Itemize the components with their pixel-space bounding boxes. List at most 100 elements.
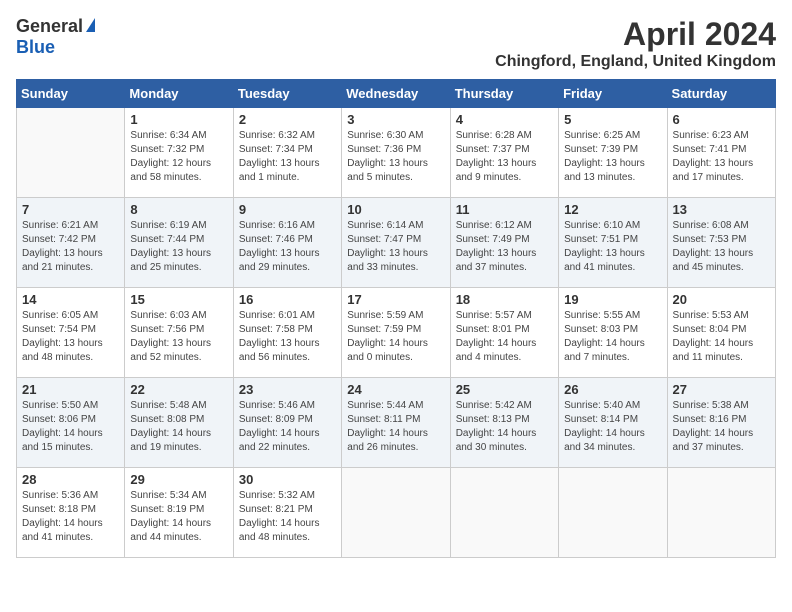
weekday-header: Saturday <box>667 80 775 108</box>
cell-info: Sunrise: 6:28 AM Sunset: 7:37 PM Dayligh… <box>456 129 553 185</box>
sunset-text: Sunset: 8:09 PM <box>239 414 313 425</box>
day-number: 7 <box>22 202 119 217</box>
day-number: 22 <box>130 382 227 397</box>
sunrise-text: Sunrise: 6:08 AM <box>673 220 749 231</box>
calendar-week-row: 21 Sunrise: 5:50 AM Sunset: 8:06 PM Dayl… <box>17 378 776 468</box>
day-number: 21 <box>22 382 119 397</box>
daylight-text: Daylight: 13 hours and 13 minutes. <box>564 158 645 183</box>
daylight-text: Daylight: 13 hours and 37 minutes. <box>456 248 537 273</box>
day-number: 19 <box>564 292 661 307</box>
cell-info: Sunrise: 5:59 AM Sunset: 7:59 PM Dayligh… <box>347 309 444 365</box>
sunrise-text: Sunrise: 6:34 AM <box>130 130 206 141</box>
weekday-header: Wednesday <box>342 80 450 108</box>
sunset-text: Sunset: 7:59 PM <box>347 324 421 335</box>
weekday-header: Tuesday <box>233 80 341 108</box>
day-number: 28 <box>22 472 119 487</box>
day-number: 13 <box>673 202 770 217</box>
daylight-text: Daylight: 12 hours and 58 minutes. <box>130 158 211 183</box>
cell-info: Sunrise: 5:44 AM Sunset: 8:11 PM Dayligh… <box>347 399 444 455</box>
page-header: General Blue April 2024 Chingford, Engla… <box>16 16 776 71</box>
daylight-text: Daylight: 14 hours and 44 minutes. <box>130 518 211 543</box>
sunset-text: Sunset: 8:11 PM <box>347 414 420 425</box>
sunrise-text: Sunrise: 6:03 AM <box>130 310 206 321</box>
day-number: 23 <box>239 382 336 397</box>
cell-info: Sunrise: 6:08 AM Sunset: 7:53 PM Dayligh… <box>673 219 770 275</box>
daylight-text: Daylight: 14 hours and 22 minutes. <box>239 428 320 453</box>
sunset-text: Sunset: 7:36 PM <box>347 144 421 155</box>
sunrise-text: Sunrise: 5:40 AM <box>564 400 640 411</box>
cell-info: Sunrise: 6:32 AM Sunset: 7:34 PM Dayligh… <box>239 129 336 185</box>
cell-info: Sunrise: 6:25 AM Sunset: 7:39 PM Dayligh… <box>564 129 661 185</box>
sunrise-text: Sunrise: 5:42 AM <box>456 400 532 411</box>
sunrise-text: Sunrise: 5:34 AM <box>130 490 206 501</box>
day-number: 1 <box>130 112 227 127</box>
day-number: 9 <box>239 202 336 217</box>
cell-info: Sunrise: 6:30 AM Sunset: 7:36 PM Dayligh… <box>347 129 444 185</box>
calendar-cell: 16 Sunrise: 6:01 AM Sunset: 7:58 PM Dayl… <box>233 288 341 378</box>
daylight-text: Daylight: 13 hours and 45 minutes. <box>673 248 754 273</box>
sunrise-text: Sunrise: 6:12 AM <box>456 220 532 231</box>
calendar-cell <box>17 108 125 198</box>
cell-info: Sunrise: 5:55 AM Sunset: 8:03 PM Dayligh… <box>564 309 661 365</box>
calendar-cell: 8 Sunrise: 6:19 AM Sunset: 7:44 PM Dayli… <box>125 198 233 288</box>
calendar-cell: 25 Sunrise: 5:42 AM Sunset: 8:13 PM Dayl… <box>450 378 558 468</box>
daylight-text: Daylight: 14 hours and 48 minutes. <box>239 518 320 543</box>
logo-general-text: General <box>16 16 83 37</box>
cell-info: Sunrise: 5:36 AM Sunset: 8:18 PM Dayligh… <box>22 489 119 545</box>
cell-info: Sunrise: 6:16 AM Sunset: 7:46 PM Dayligh… <box>239 219 336 275</box>
sunset-text: Sunset: 7:53 PM <box>673 234 747 245</box>
calendar-cell: 22 Sunrise: 5:48 AM Sunset: 8:08 PM Dayl… <box>125 378 233 468</box>
title-block: April 2024 Chingford, England, United Ki… <box>495 16 776 71</box>
day-number: 3 <box>347 112 444 127</box>
daylight-text: Daylight: 13 hours and 33 minutes. <box>347 248 428 273</box>
sunset-text: Sunset: 8:08 PM <box>130 414 204 425</box>
cell-info: Sunrise: 5:50 AM Sunset: 8:06 PM Dayligh… <box>22 399 119 455</box>
sunset-text: Sunset: 7:46 PM <box>239 234 313 245</box>
calendar-cell: 7 Sunrise: 6:21 AM Sunset: 7:42 PM Dayli… <box>17 198 125 288</box>
sunset-text: Sunset: 7:54 PM <box>22 324 96 335</box>
calendar-cell: 4 Sunrise: 6:28 AM Sunset: 7:37 PM Dayli… <box>450 108 558 198</box>
sunset-text: Sunset: 7:41 PM <box>673 144 747 155</box>
day-number: 24 <box>347 382 444 397</box>
sunset-text: Sunset: 8:14 PM <box>564 414 638 425</box>
sunset-text: Sunset: 8:03 PM <box>564 324 638 335</box>
cell-info: Sunrise: 6:12 AM Sunset: 7:49 PM Dayligh… <box>456 219 553 275</box>
day-number: 11 <box>456 202 553 217</box>
sunset-text: Sunset: 8:19 PM <box>130 504 204 515</box>
calendar-cell: 28 Sunrise: 5:36 AM Sunset: 8:18 PM Dayl… <box>17 468 125 558</box>
day-number: 17 <box>347 292 444 307</box>
calendar-cell: 27 Sunrise: 5:38 AM Sunset: 8:16 PM Dayl… <box>667 378 775 468</box>
daylight-text: Daylight: 14 hours and 15 minutes. <box>22 428 103 453</box>
daylight-text: Daylight: 14 hours and 30 minutes. <box>456 428 537 453</box>
sunrise-text: Sunrise: 5:46 AM <box>239 400 315 411</box>
cell-info: Sunrise: 6:21 AM Sunset: 7:42 PM Dayligh… <box>22 219 119 275</box>
calendar-cell: 1 Sunrise: 6:34 AM Sunset: 7:32 PM Dayli… <box>125 108 233 198</box>
calendar-cell: 5 Sunrise: 6:25 AM Sunset: 7:39 PM Dayli… <box>559 108 667 198</box>
weekday-header: Thursday <box>450 80 558 108</box>
logo-triangle-icon <box>86 18 95 32</box>
day-number: 6 <box>673 112 770 127</box>
calendar-week-row: 14 Sunrise: 6:05 AM Sunset: 7:54 PM Dayl… <box>17 288 776 378</box>
day-number: 8 <box>130 202 227 217</box>
calendar-cell: 9 Sunrise: 6:16 AM Sunset: 7:46 PM Dayli… <box>233 198 341 288</box>
sunset-text: Sunset: 7:32 PM <box>130 144 204 155</box>
sunset-text: Sunset: 7:39 PM <box>564 144 638 155</box>
cell-info: Sunrise: 6:23 AM Sunset: 7:41 PM Dayligh… <box>673 129 770 185</box>
calendar-table: SundayMondayTuesdayWednesdayThursdayFrid… <box>16 79 776 558</box>
cell-info: Sunrise: 5:32 AM Sunset: 8:21 PM Dayligh… <box>239 489 336 545</box>
day-number: 14 <box>22 292 119 307</box>
calendar-cell: 11 Sunrise: 6:12 AM Sunset: 7:49 PM Dayl… <box>450 198 558 288</box>
calendar-week-row: 1 Sunrise: 6:34 AM Sunset: 7:32 PM Dayli… <box>17 108 776 198</box>
calendar-week-row: 28 Sunrise: 5:36 AM Sunset: 8:18 PM Dayl… <box>17 468 776 558</box>
sunrise-text: Sunrise: 6:14 AM <box>347 220 423 231</box>
day-number: 2 <box>239 112 336 127</box>
calendar-cell: 21 Sunrise: 5:50 AM Sunset: 8:06 PM Dayl… <box>17 378 125 468</box>
daylight-text: Daylight: 14 hours and 7 minutes. <box>564 338 645 363</box>
cell-info: Sunrise: 6:19 AM Sunset: 7:44 PM Dayligh… <box>130 219 227 275</box>
calendar-cell: 15 Sunrise: 6:03 AM Sunset: 7:56 PM Dayl… <box>125 288 233 378</box>
cell-info: Sunrise: 6:14 AM Sunset: 7:47 PM Dayligh… <box>347 219 444 275</box>
calendar-cell: 13 Sunrise: 6:08 AM Sunset: 7:53 PM Dayl… <box>667 198 775 288</box>
day-number: 5 <box>564 112 661 127</box>
weekday-header: Monday <box>125 80 233 108</box>
sunrise-text: Sunrise: 5:50 AM <box>22 400 98 411</box>
